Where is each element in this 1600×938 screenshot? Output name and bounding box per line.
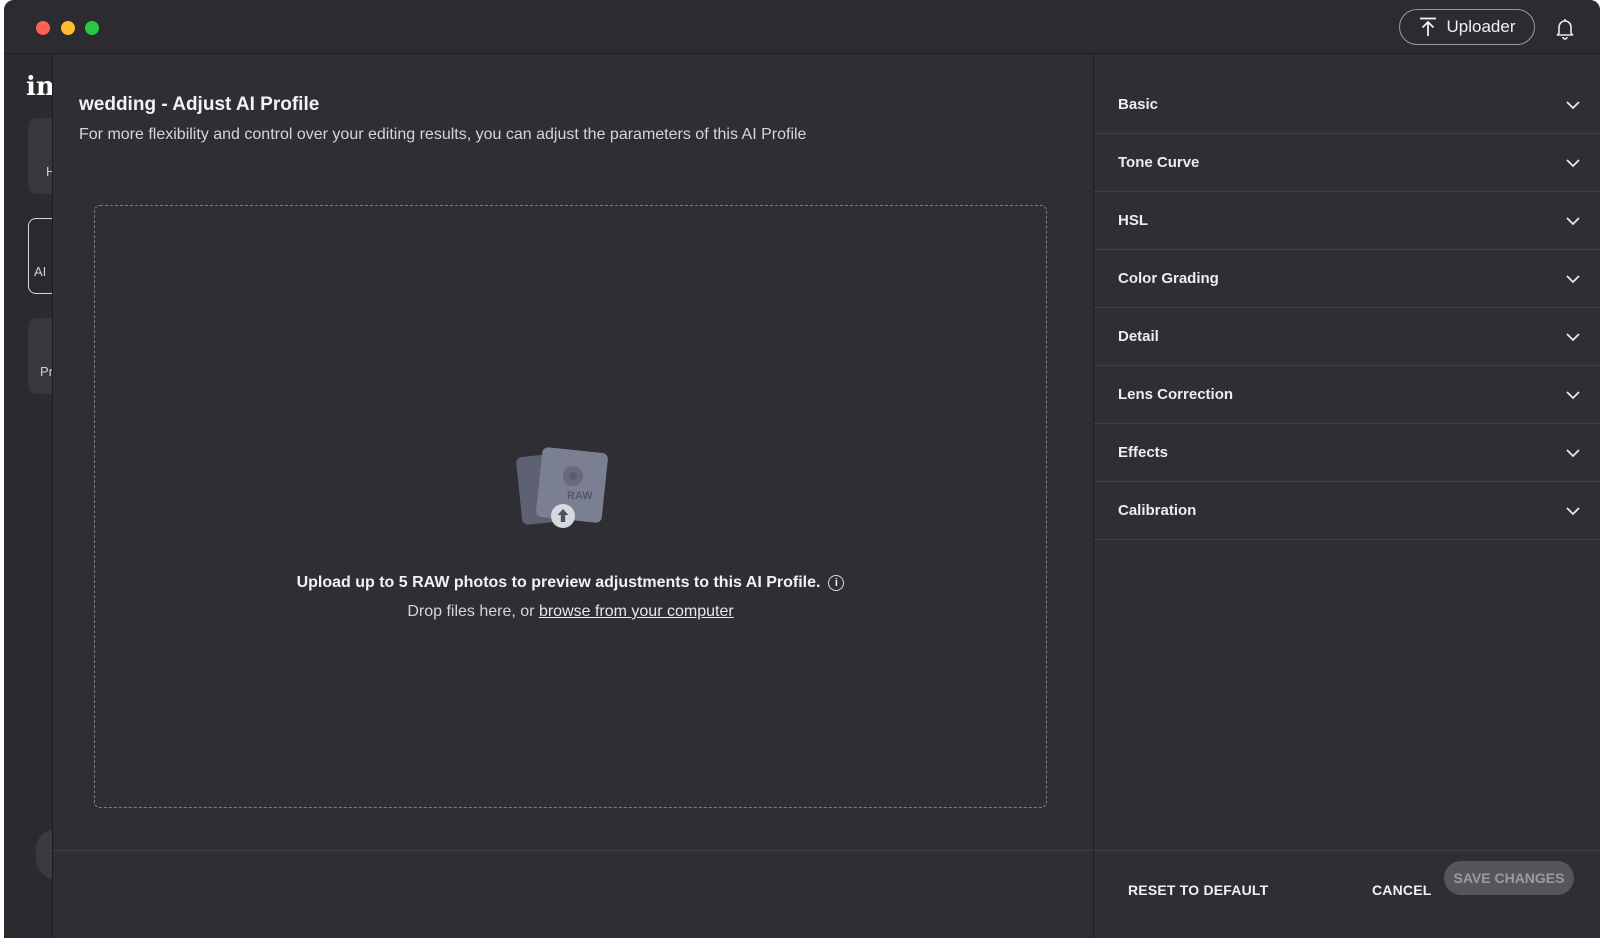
adjustments-panel: Basic Tone Curve HSL Color Grading Detai… [1093, 54, 1600, 938]
accordion-tone-curve[interactable]: Tone Curve [1094, 134, 1600, 192]
chevron-down-icon [1566, 217, 1580, 226]
raw-label: RAW [567, 490, 593, 502]
accordion-label: Lens Correction [1118, 386, 1234, 403]
chevron-down-icon [1566, 449, 1580, 458]
adjust-ai-profile-modal: wedding - Adjust AI Profile For more fle… [52, 54, 1600, 938]
accordion-label: Tone Curve [1118, 154, 1200, 171]
accordion-hsl[interactable]: HSL [1094, 192, 1600, 250]
app-window: Uploader im H AI Pr wedding - Adjust AI … [4, 0, 1600, 938]
reset-to-default-button[interactable]: RESET TO DEFAULT [1128, 882, 1268, 898]
accordion-calibration[interactable]: Calibration [1094, 482, 1600, 540]
accordion-detail[interactable]: Detail [1094, 308, 1600, 366]
dropzone-headline-row: Upload up to 5 RAW photos to preview adj… [95, 574, 1046, 592]
preview-area: wedding - Adjust AI Profile For more fle… [53, 54, 1093, 938]
page-title: wedding - Adjust AI Profile [79, 94, 320, 115]
footer-divider [53, 850, 1093, 851]
background-app-sidebar: im H AI Pr [4, 54, 76, 938]
raw-upload-illustration-icon: RAW [516, 447, 608, 528]
accordion-label: Basic [1118, 96, 1159, 113]
maximize-window-button[interactable] [85, 21, 99, 35]
browse-files-link[interactable]: browse from your computer [539, 603, 734, 620]
title-bar: Uploader [4, 0, 1600, 54]
file-dropzone[interactable]: RAW Upload up to 5 RAW photos to preview… [94, 205, 1047, 808]
notification-bell-icon[interactable] [1553, 16, 1577, 40]
upload-arrow-icon [1419, 17, 1436, 36]
save-changes-button[interactable]: SAVE CHANGES [1444, 861, 1574, 895]
background-card-text: AI [34, 264, 47, 279]
accordion-basic[interactable]: Basic [1094, 76, 1600, 134]
chevron-down-icon [1566, 507, 1580, 516]
minimize-window-button[interactable] [61, 21, 75, 35]
accordion-effects[interactable]: Effects [1094, 424, 1600, 482]
accordion-lens-correction[interactable]: Lens Correction [1094, 366, 1600, 424]
accordion-label: Detail [1118, 328, 1159, 345]
page-description: For more flexibility and control over yo… [79, 126, 807, 143]
chevron-down-icon [1566, 159, 1580, 168]
chevron-down-icon [1566, 391, 1580, 400]
footer-divider [1094, 850, 1600, 851]
uploader-button[interactable]: Uploader [1399, 9, 1535, 45]
chevron-down-icon [1566, 333, 1580, 342]
chevron-down-icon [1566, 275, 1580, 284]
dropzone-sub-prefix: Drop files here, or [407, 603, 539, 620]
info-icon[interactable]: i [828, 575, 845, 591]
cancel-button[interactable]: CANCEL [1372, 882, 1432, 898]
accordion-label: Effects [1118, 444, 1169, 461]
close-window-button[interactable] [36, 21, 50, 35]
chevron-down-icon [1566, 101, 1580, 110]
accordion-color-grading[interactable]: Color Grading [1094, 250, 1600, 308]
accordion-label: Color Grading [1118, 270, 1219, 287]
accordion-label: HSL [1118, 212, 1148, 229]
dropzone-headline: Upload up to 5 RAW photos to preview adj… [296, 574, 821, 591]
uploader-label: Uploader [1446, 17, 1516, 36]
dropzone-subtext: Drop files here, or browse from your com… [95, 603, 1046, 621]
accordion-label: Calibration [1118, 502, 1197, 519]
